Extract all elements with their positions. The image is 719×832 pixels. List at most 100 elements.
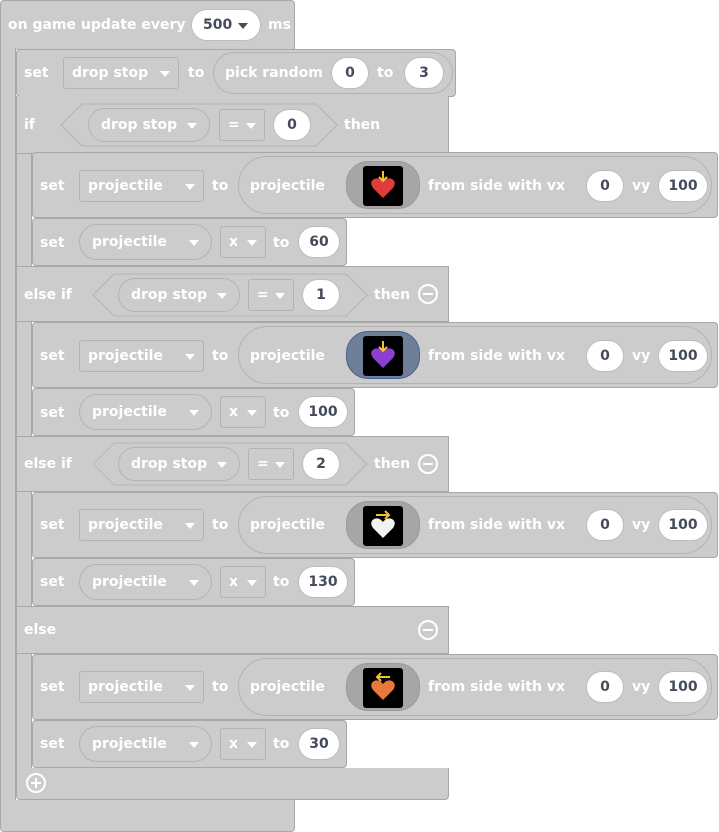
remove-branch-icon[interactable] [418,454,438,474]
condition-variable: drop stop [131,287,208,303]
variable-dropdown[interactable]: drop stop [63,57,179,89]
then-keyword: then [374,287,411,303]
chevron-down-icon [185,184,195,190]
vy-keyword: vy [632,348,651,364]
remove-else-icon[interactable] [418,620,438,640]
sprite-variable-dropdown[interactable]: projectile [79,564,212,600]
condition-value-input[interactable]: 0 [273,109,311,141]
condition-variable-dropdown[interactable]: drop stop [88,108,210,142]
else-block[interactable] [16,606,449,654]
property-name: x [229,736,239,752]
vx-input[interactable]: 0 [586,340,624,372]
variable-dropdown[interactable]: projectile [79,509,204,541]
variable-name: projectile [88,348,163,364]
variable-name: projectile [88,679,163,695]
operator-dropdown[interactable]: = [219,109,265,141]
chevron-down-icon [189,742,199,748]
x-value-input[interactable]: 130 [298,566,348,598]
variable-name: projectile [88,517,163,533]
chevron-down-icon [247,742,257,748]
vy-input[interactable]: 100 [658,671,708,703]
white-heart-sprite-icon [363,506,403,546]
variable-name: projectile [88,178,163,194]
x-value-input[interactable]: 30 [298,728,340,760]
event-label: on game update every [8,17,186,33]
property-name: x [229,404,239,420]
operator: = [257,456,269,472]
condition-value-input[interactable]: 1 [302,279,340,311]
sprite-image-picker[interactable] [346,501,420,549]
sprite-variable-dropdown[interactable]: projectile [79,224,212,260]
set-keyword: set [40,405,65,421]
vy-keyword: vy [632,679,651,695]
property-name: x [229,234,239,250]
sprite-variable-dropdown[interactable]: projectile [79,394,212,430]
sprite-image-picker[interactable] [346,161,420,209]
x-value-input[interactable]: 60 [298,226,340,258]
chevron-down-icon [185,685,195,691]
property-dropdown[interactable]: x [220,396,266,428]
variable-dropdown[interactable]: projectile [79,340,204,372]
sprite-image-picker[interactable] [346,663,420,711]
else-if-keyword: else if [24,456,72,472]
chevron-down-icon [217,462,227,468]
then-keyword: then [344,117,381,133]
property-dropdown[interactable]: x [220,728,266,760]
operator: = [228,117,240,133]
interval-dropdown[interactable]: 500 [191,9,261,41]
vx-input[interactable]: 0 [586,509,624,541]
variable-dropdown[interactable]: projectile [79,671,204,703]
x-value-input[interactable]: 100 [298,396,348,428]
set-keyword: set [40,178,65,194]
condition-variable-dropdown[interactable]: drop stop [118,447,240,481]
sprite-image-picker[interactable] [346,331,420,379]
chevron-down-icon [189,580,199,586]
vy-input[interactable]: 100 [658,340,708,372]
projectile-function-label: projectile [250,517,325,533]
from-side-label: from side with vx [428,679,566,695]
chevron-down-icon [247,240,257,246]
set-keyword: set [40,348,65,364]
chevron-down-icon [275,293,285,299]
projectile-function-label: projectile [250,178,325,194]
add-branch-icon[interactable] [26,773,46,793]
property-dropdown[interactable]: x [220,566,266,598]
vy-keyword: vy [632,178,651,194]
red-heart-sprite-icon [363,166,403,206]
interval-unit: ms [268,17,291,33]
vx-input[interactable]: 0 [586,671,624,703]
condition-variable: drop stop [131,456,208,472]
event-block-spine [0,48,16,802]
from-side-label: from side with vx [428,517,566,533]
property-dropdown[interactable]: x [220,226,266,258]
vy-input[interactable]: 100 [658,509,708,541]
else-if-keyword: else if [24,287,72,303]
to-keyword: to [212,517,229,533]
condition-variable: drop stop [101,117,178,133]
vy-input[interactable]: 100 [658,170,708,202]
if-block-footer [16,768,449,800]
remove-branch-icon[interactable] [418,284,438,304]
chevron-down-icon [246,123,256,129]
from-side-label: from side with vx [428,348,566,364]
purple-heart-sprite-icon [363,336,403,376]
chevron-down-icon [247,580,257,586]
operator-dropdown[interactable]: = [248,279,294,311]
to-keyword: to [212,679,229,695]
sprite-variable-dropdown[interactable]: projectile [79,726,212,762]
to-keyword: to [188,65,205,81]
variable-dropdown[interactable]: projectile [79,170,204,202]
if-keyword: if [24,117,35,133]
operator-dropdown[interactable]: = [248,448,294,480]
from-side-label: from side with vx [428,178,566,194]
condition-variable-dropdown[interactable]: drop stop [118,278,240,312]
projectile-function-label: projectile [250,679,325,695]
condition-value-input[interactable]: 2 [302,448,340,480]
random-min-input[interactable]: 0 [331,57,369,89]
random-max-input[interactable]: 3 [404,57,444,89]
set-keyword: set [40,736,65,752]
vx-input[interactable]: 0 [586,170,624,202]
projectile-function-label: projectile [250,348,325,364]
chevron-down-icon [189,410,199,416]
set-keyword: set [40,235,65,251]
